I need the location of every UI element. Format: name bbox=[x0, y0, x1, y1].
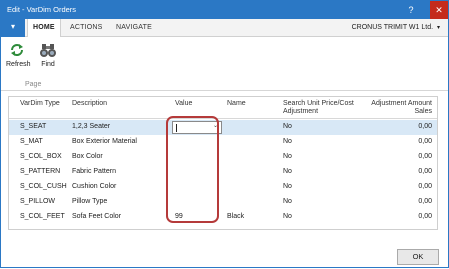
tab-navigate[interactable]: NAVIGATE bbox=[111, 19, 157, 37]
dialog-footer: OK bbox=[1, 241, 448, 269]
cell-description: Box Color bbox=[72, 153, 103, 160]
ok-button[interactable]: OK bbox=[397, 249, 439, 265]
help-button[interactable]: ? bbox=[402, 1, 420, 19]
dialog-window: Edit - VarDim Orders ? ✕ ▾ HOME ACTIONS … bbox=[0, 0, 449, 268]
ribbon-group-label: Page bbox=[25, 81, 42, 88]
text-cursor bbox=[176, 124, 177, 132]
window-title: Edit - VarDim Orders bbox=[7, 5, 77, 14]
refresh-button[interactable]: Refresh bbox=[6, 41, 31, 68]
tab-actions[interactable]: ACTIONS bbox=[65, 19, 108, 37]
value-dropdown-input[interactable]: ⌄ bbox=[172, 121, 222, 134]
column-header-search-unit-price[interactable]: Search Unit Price/Cost Adjustment bbox=[283, 100, 363, 116]
cell-vardim-type: S_SEAT bbox=[20, 123, 47, 130]
column-header-description[interactable]: Description bbox=[72, 100, 107, 108]
cell-adjustment-amount: 0,00 bbox=[418, 168, 432, 175]
find-label: Find bbox=[41, 61, 55, 68]
cell-vardim-type: S_MAT bbox=[20, 138, 43, 145]
table-row[interactable]: S_COL_FEET Sofa Feet Color 99 Black No 0… bbox=[9, 210, 437, 225]
column-header-vardim-type[interactable]: VarDim Type bbox=[20, 100, 60, 108]
chevron-down-icon: ▾ bbox=[436, 25, 440, 31]
close-button[interactable]: ✕ bbox=[430, 1, 448, 19]
cell-adjustment-amount: 0,00 bbox=[418, 138, 432, 145]
menu-bar: ▾ HOME ACTIONS NAVIGATE CRONUS TRIMIT W1… bbox=[1, 19, 448, 38]
cell-vardim-type: S_COL_CUSH bbox=[20, 183, 67, 190]
vardim-grid: VarDim Type Description Value Name Searc… bbox=[8, 96, 438, 230]
column-header-value[interactable]: Value bbox=[175, 100, 192, 108]
cell-description: 1,2,3 Seater bbox=[72, 123, 111, 130]
cell-search-adjustment: No bbox=[283, 183, 292, 190]
cell-vardim-type: S_COL_FEET bbox=[20, 213, 65, 220]
cell-search-adjustment: No bbox=[283, 153, 292, 160]
cell-search-adjustment: No bbox=[283, 138, 292, 145]
title-bar: Edit - VarDim Orders ? ✕ bbox=[1, 1, 448, 19]
table-row[interactable]: S_PILLOW Pillow Type No 0,00 bbox=[9, 195, 437, 210]
cell-vardim-type: S_PATTERN bbox=[20, 168, 61, 175]
cell-value[interactable]: 99 bbox=[175, 213, 183, 220]
ribbon: Refresh Find Page bbox=[1, 37, 448, 91]
cell-adjustment-amount: 0,00 bbox=[418, 153, 432, 160]
table-row[interactable]: S_PATTERN Fabric Pattern No 0,00 bbox=[9, 165, 437, 180]
row-selector-icon bbox=[11, 124, 15, 131]
cell-description: Fabric Pattern bbox=[72, 168, 116, 175]
tab-home[interactable]: HOME bbox=[27, 19, 61, 38]
company-selector[interactable]: CRONUS TRIMIT W1 Ltd. ▾ bbox=[352, 19, 440, 37]
table-row[interactable]: S_SEAT 1,2,3 Seater ⌄ No 0,00 bbox=[9, 120, 437, 135]
cell-adjustment-amount: 0,00 bbox=[418, 213, 432, 220]
cell-name: Black bbox=[227, 213, 245, 220]
refresh-icon bbox=[11, 44, 23, 56]
cell-description: Sofa Feet Color bbox=[72, 213, 122, 220]
app-menu-button[interactable]: ▾ bbox=[1, 19, 25, 37]
table-row[interactable]: S_COL_CUSH Cushion Color No 0,00 bbox=[9, 180, 437, 195]
cell-search-adjustment: No bbox=[283, 168, 292, 175]
cell-vardim-type: S_COL_BOX bbox=[20, 153, 62, 160]
column-header-name[interactable]: Name bbox=[227, 100, 246, 108]
cell-search-adjustment: No bbox=[283, 198, 292, 205]
cell-description: Pillow Type bbox=[72, 198, 108, 205]
cell-search-adjustment: No bbox=[283, 213, 292, 220]
binoculars-icon bbox=[40, 44, 56, 57]
column-header-adjustment-amount[interactable]: Adjustment Amount Sales bbox=[367, 100, 432, 116]
grid-header: VarDim Type Description Value Name Searc… bbox=[9, 97, 437, 119]
cell-adjustment-amount: 0,00 bbox=[418, 183, 432, 190]
cell-vardim-type: S_PILLOW bbox=[20, 198, 56, 205]
chevron-down-icon[interactable]: ⌄ bbox=[213, 122, 218, 129]
cell-adjustment-amount: 0,00 bbox=[418, 123, 432, 130]
cell-description: Box Exterior Material bbox=[72, 138, 137, 145]
table-row[interactable]: S_COL_BOX Box Color No 0,00 bbox=[9, 150, 437, 165]
cell-search-adjustment: No bbox=[283, 123, 292, 130]
find-button[interactable]: Find bbox=[37, 41, 59, 68]
cell-description: Cushion Color bbox=[72, 183, 117, 190]
refresh-label: Refresh bbox=[6, 61, 31, 68]
company-name: CRONUS TRIMIT W1 Ltd. bbox=[351, 24, 434, 31]
cell-adjustment-amount: 0,00 bbox=[418, 198, 432, 205]
table-row[interactable]: S_MAT Box Exterior Material No 0,00 bbox=[9, 135, 437, 150]
